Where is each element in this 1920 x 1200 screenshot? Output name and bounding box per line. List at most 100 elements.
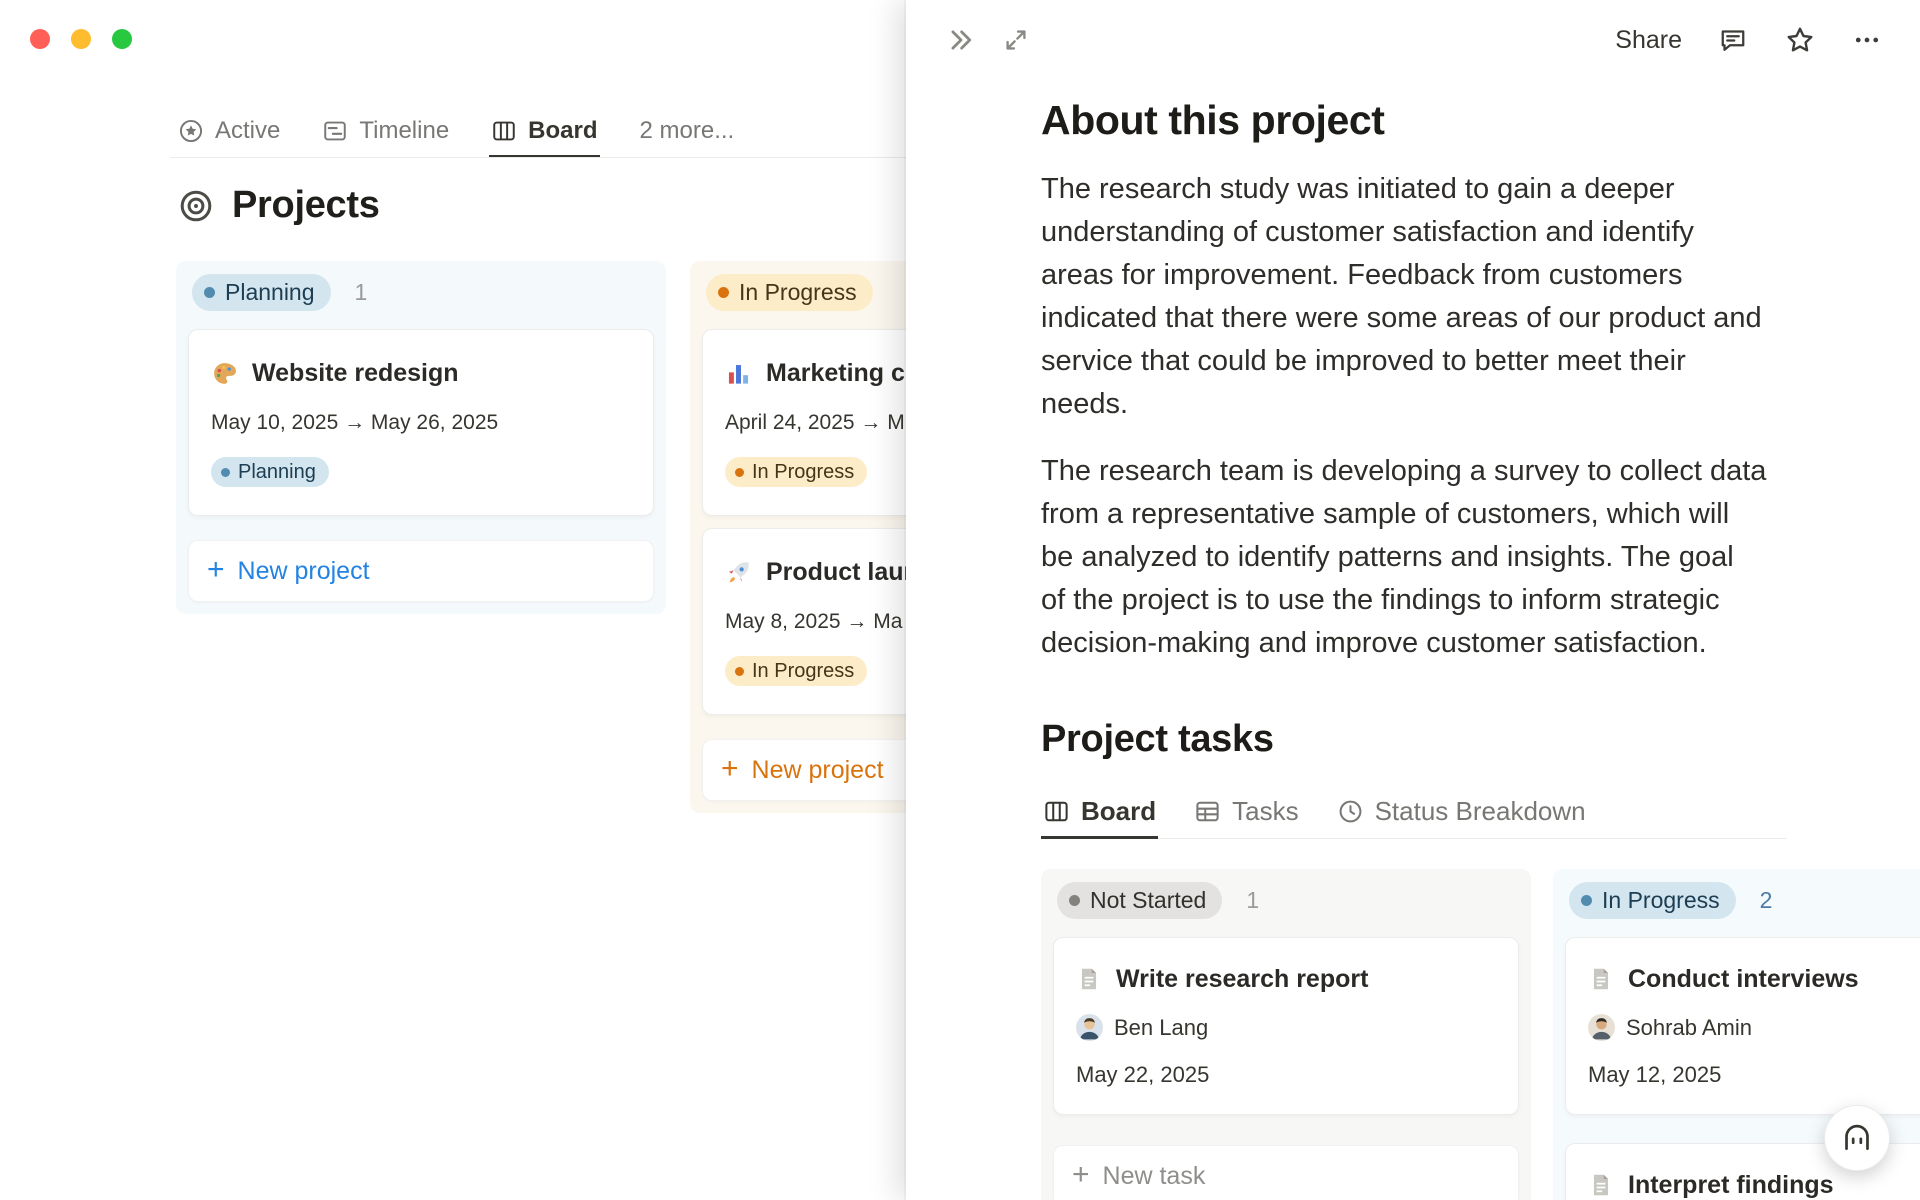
- new-project-button[interactable]: + New project: [188, 540, 654, 602]
- view-tab-timeline[interactable]: Timeline: [320, 106, 451, 158]
- column-header: Not Started 1: [1053, 881, 1519, 919]
- status-badge-in-progress: In Progress: [725, 656, 868, 686]
- ai-assistant-button[interactable]: [1824, 1105, 1890, 1171]
- tab-status-breakdown[interactable]: Status Breakdown: [1335, 787, 1588, 839]
- tasks-board: Not Started 1 Write research report Ben …: [1041, 869, 1920, 1200]
- status-badge-in-progress[interactable]: In Progress: [1569, 881, 1736, 919]
- status-badge-in-progress[interactable]: In Progress: [706, 273, 873, 311]
- card-title: Interpret findings: [1628, 1171, 1834, 1199]
- column-count: 1: [1246, 886, 1260, 913]
- status-label: Not Started: [1090, 886, 1207, 913]
- task-card-conduct-interviews[interactable]: Conduct interviews Sohrab Amin May 12, 2…: [1565, 937, 1920, 1115]
- status-label: Planning: [225, 278, 315, 305]
- status-badge-not-started[interactable]: Not Started: [1057, 881, 1223, 919]
- peek-toolbar-left: [946, 25, 1030, 55]
- palette-emoji: [211, 360, 238, 387]
- plus-icon: +: [207, 552, 225, 586]
- new-project-label: New project: [751, 755, 884, 784]
- card-title: Product laun: [766, 558, 919, 586]
- status-badge-planning: Planning: [211, 457, 329, 487]
- status-dot: [221, 467, 230, 477]
- board-icon: [491, 118, 517, 144]
- status-label: In Progress: [752, 660, 855, 682]
- target-icon: [178, 188, 214, 224]
- paragraph[interactable]: The research team is developing a survey…: [1041, 450, 1920, 665]
- more-icon[interactable]: [1852, 25, 1882, 55]
- card-title-row: Website redesign: [211, 358, 631, 388]
- share-button[interactable]: Share: [1615, 26, 1682, 55]
- card-title: Write research report: [1116, 965, 1369, 993]
- plus-icon: +: [721, 751, 739, 785]
- status-label: In Progress: [739, 278, 857, 305]
- view-tab-board[interactable]: Board: [489, 106, 600, 158]
- star-icon[interactable]: [1784, 24, 1816, 56]
- page-title[interactable]: Projects: [232, 184, 380, 227]
- card-title: Marketing c: [766, 359, 905, 387]
- card-badge-row: Planning: [211, 457, 631, 487]
- window-controls: [30, 29, 132, 49]
- board-column-not-started: Not Started 1 Write research report Ben …: [1041, 869, 1531, 1200]
- card-title: Conduct interviews: [1628, 965, 1859, 993]
- notion-ai-face-icon: [1840, 1121, 1874, 1155]
- page-icon: [1588, 1172, 1614, 1198]
- view-tab-label: Active: [215, 116, 281, 144]
- peek-toolbar-right: Share: [1615, 24, 1882, 56]
- comment-icon[interactable]: [1718, 25, 1748, 55]
- avatar: [1076, 1014, 1103, 1041]
- task-card-write-research-report[interactable]: Write research report Ben Lang May 22, 2…: [1053, 937, 1519, 1115]
- assignee-row: Ben Lang: [1076, 1014, 1496, 1041]
- status-dot: [735, 467, 744, 477]
- paragraph[interactable]: The research study was initiated to gain…: [1041, 168, 1920, 426]
- view-tab-active-projects[interactable]: Active: [176, 106, 282, 158]
- project-card-website-redesign[interactable]: Website redesign May 10, 2025 → May 26, …: [188, 329, 654, 516]
- tab-label: Board: [1081, 796, 1157, 826]
- expand-icon[interactable]: [1002, 26, 1030, 54]
- column-count: 2: [1759, 886, 1773, 913]
- view-tab-label: Board: [528, 116, 598, 144]
- card-due-date: May 22, 2025: [1076, 1062, 1210, 1087]
- clock-icon: [1337, 798, 1364, 825]
- star-circle-icon: [178, 118, 204, 144]
- tasks-view-tabs: Board Tasks Status Breakdown: [1041, 787, 1786, 839]
- status-dot: [735, 666, 744, 676]
- double-chevron-right-icon[interactable]: [946, 25, 976, 55]
- tab-board[interactable]: Board: [1041, 787, 1159, 839]
- bar-chart-emoji: [725, 360, 752, 387]
- view-tab-more[interactable]: 2 more...: [638, 106, 737, 158]
- card-dates: May 10, 2025 → May 26, 2025: [211, 411, 499, 434]
- status-label: Planning: [238, 461, 316, 483]
- card-title-row: Conduct interviews: [1588, 964, 1920, 994]
- board-icon: [1043, 798, 1070, 825]
- plus-icon: +: [1072, 1157, 1090, 1191]
- view-tabs: Active Timeline Board 2 more...: [176, 106, 736, 158]
- tab-tasks[interactable]: Tasks: [1192, 787, 1300, 839]
- status-dot: [204, 286, 215, 298]
- status-dot: [1581, 894, 1592, 906]
- card-title-row: Interpret findings: [1588, 1170, 1920, 1200]
- close-window-button[interactable]: [30, 29, 50, 49]
- zoom-window-button[interactable]: [112, 29, 132, 49]
- new-task-label: New task: [1102, 1161, 1206, 1190]
- tab-label: Status Breakdown: [1374, 796, 1586, 826]
- new-project-label: New project: [237, 556, 370, 585]
- rocket-emoji: [725, 559, 752, 586]
- tab-label: Tasks: [1232, 796, 1299, 826]
- peek-toolbar: Share: [906, 0, 1920, 56]
- timeline-icon: [322, 118, 348, 144]
- view-tab-label: Timeline: [359, 116, 450, 144]
- document-title[interactable]: About this project: [1041, 96, 1920, 144]
- side-peek-panel: Share About this project The research st…: [906, 0, 1920, 1200]
- page-icon: [1076, 966, 1102, 992]
- assignee-name: Sohrab Amin: [1626, 1014, 1752, 1040]
- status-badge-in-progress: In Progress: [725, 457, 868, 487]
- avatar: [1588, 1014, 1615, 1041]
- column-header: In Progress 2: [1565, 881, 1920, 919]
- assignee-name: Ben Lang: [1114, 1014, 1209, 1040]
- card-title-row: Write research report: [1076, 964, 1496, 994]
- status-label: In Progress: [752, 461, 855, 483]
- new-task-button[interactable]: + New task: [1053, 1145, 1519, 1200]
- status-badge-planning[interactable]: Planning: [192, 273, 331, 311]
- column-header: Planning 1: [188, 273, 654, 311]
- minimize-window-button[interactable]: [71, 29, 91, 49]
- section-title[interactable]: Project tasks: [1041, 717, 1920, 761]
